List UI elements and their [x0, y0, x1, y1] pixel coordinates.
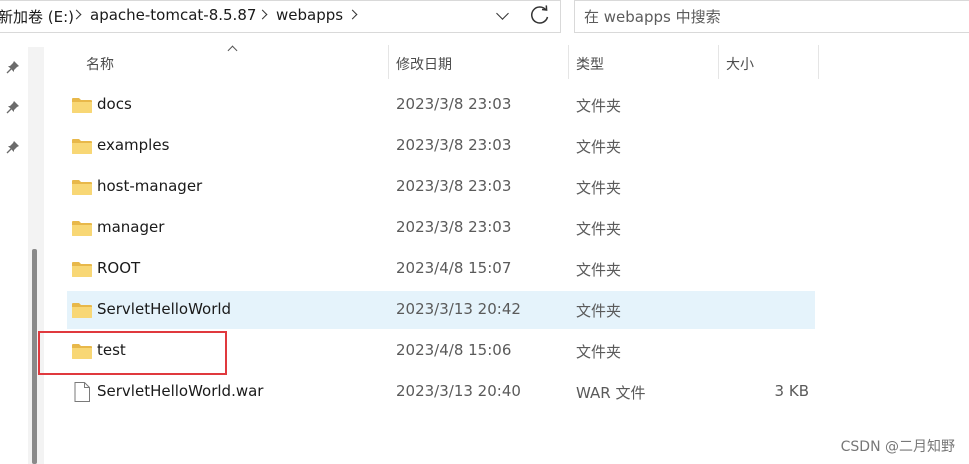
file-date: 2023/3/13 20:42 — [396, 300, 521, 318]
breadcrumb-webapps[interactable]: webapps — [276, 6, 343, 24]
file-row[interactable]: manager 2023/3/8 23:03 文件夹 — [67, 209, 815, 247]
file-row[interactable]: docs 2023/3/8 23:03 文件夹 — [67, 86, 815, 124]
column-header-type[interactable]: 类型 — [576, 54, 604, 74]
navigation-pane — [0, 33, 28, 464]
pin-icon[interactable] — [6, 100, 20, 114]
column-header-date[interactable]: 修改日期 — [396, 54, 452, 74]
search-input[interactable]: 在 webapps 中搜索 — [574, 0, 969, 33]
file-row-selected[interactable]: ServletHelloWorld 2023/3/13 20:42 文件夹 — [67, 291, 815, 329]
file-row[interactable]: ROOT 2023/4/8 15:07 文件夹 — [67, 250, 815, 288]
file-date: 2023/4/8 15:06 — [396, 341, 512, 359]
file-type: 文件夹 — [576, 343, 622, 361]
column-divider[interactable] — [388, 45, 389, 79]
watermark: CSDN @二月知野 — [840, 439, 955, 455]
file-row[interactable]: ServletHelloWorld.war 2023/3/13 20:40 WA… — [67, 373, 815, 411]
column-divider[interactable] — [568, 45, 569, 79]
file-name: ServletHelloWorld — [97, 300, 232, 318]
column-header-size[interactable]: 大小 — [726, 54, 754, 74]
breadcrumb-drive[interactable]: 新加卷 (E:) — [0, 6, 74, 27]
file-icon — [74, 382, 90, 402]
folder-icon — [72, 180, 92, 195]
file-name: examples — [97, 136, 170, 154]
file-type: 文件夹 — [576, 179, 622, 197]
address-bar[interactable]: 新加卷 (E:) apache-tomcat-8.5.87 webapps — [0, 0, 561, 33]
pin-icon[interactable] — [6, 60, 20, 74]
breadcrumb-tomcat[interactable]: apache-tomcat-8.5.87 — [90, 6, 256, 24]
file-name: docs — [97, 95, 132, 113]
file-type: WAR 文件 — [576, 384, 646, 402]
pin-icon[interactable] — [6, 140, 20, 154]
breadcrumb-chevron-icon[interactable] — [257, 9, 268, 20]
scrollbar-thumb[interactable] — [32, 249, 37, 464]
file-type: 文件夹 — [576, 97, 622, 115]
file-date: 2023/4/8 15:07 — [396, 259, 512, 277]
file-date: 2023/3/8 23:03 — [396, 136, 512, 154]
file-date: 2023/3/8 23:03 — [396, 218, 512, 236]
column-divider[interactable] — [818, 45, 819, 79]
file-size: 3 KB — [774, 382, 809, 400]
folder-icon — [72, 139, 92, 154]
annotation-highlight-box — [38, 331, 227, 375]
file-name: ServletHelloWorld.war — [97, 382, 264, 400]
file-type: 文件夹 — [576, 261, 622, 279]
file-type: 文件夹 — [576, 220, 622, 238]
folder-icon — [72, 262, 92, 277]
file-name: manager — [97, 218, 165, 236]
folder-icon — [72, 98, 92, 113]
file-name: host-manager — [97, 177, 203, 195]
file-date: 2023/3/8 23:03 — [396, 177, 512, 195]
refresh-icon[interactable] — [523, 0, 557, 31]
file-row[interactable]: host-manager 2023/3/8 23:03 文件夹 — [67, 168, 815, 206]
file-type: 文件夹 — [576, 138, 622, 156]
chevron-down-icon[interactable] — [488, 1, 520, 32]
file-name: ROOT — [97, 259, 141, 277]
folder-icon — [72, 303, 92, 318]
folder-icon — [72, 221, 92, 236]
file-row[interactable]: examples 2023/3/8 23:03 文件夹 — [67, 127, 815, 165]
breadcrumb-chevron-icon[interactable] — [347, 9, 358, 20]
search-placeholder: 在 webapps 中搜索 — [584, 8, 721, 26]
file-date: 2023/3/13 20:40 — [396, 382, 521, 400]
file-type: 文件夹 — [576, 302, 622, 320]
column-header-name[interactable]: 名称 — [86, 54, 114, 74]
sort-ascending-icon — [227, 45, 238, 56]
column-divider[interactable] — [718, 45, 719, 79]
file-date: 2023/3/8 23:03 — [396, 95, 512, 113]
